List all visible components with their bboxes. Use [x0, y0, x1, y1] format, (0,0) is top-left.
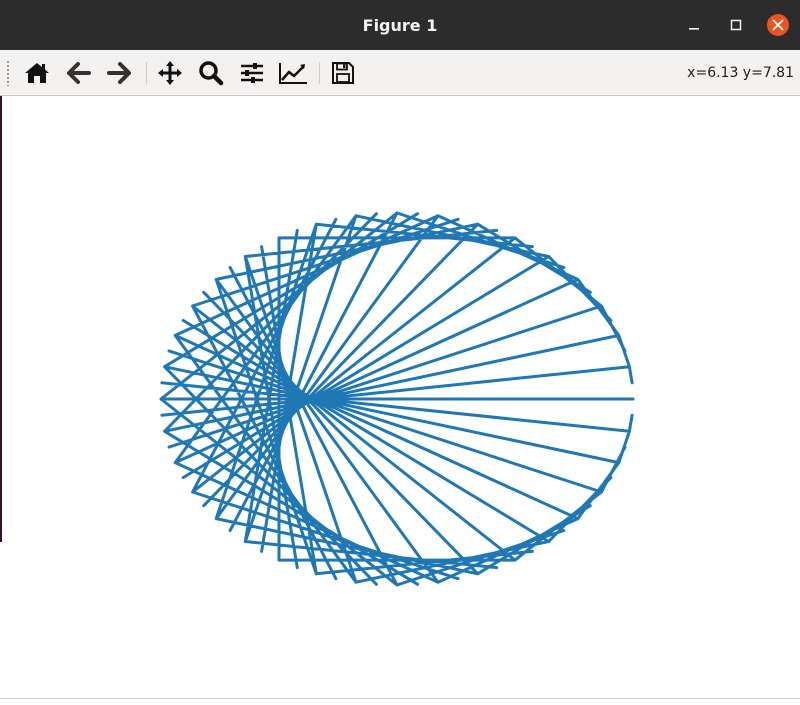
- configure-subplots-button[interactable]: [237, 58, 267, 88]
- close-button[interactable]: [766, 13, 790, 37]
- configure-subplots-icon: [241, 63, 263, 83]
- maximize-icon: [730, 19, 742, 31]
- zoom-icon: [199, 61, 224, 86]
- window-bottom-border: [0, 698, 800, 699]
- line-plot: [159, 211, 635, 587]
- toolbar-separator: [146, 62, 147, 84]
- minimize-button[interactable]: [682, 13, 706, 37]
- toolbar-separator: [319, 62, 320, 84]
- plot-line: [159, 211, 635, 587]
- pan-button[interactable]: [155, 58, 185, 88]
- figure-canvas[interactable]: [0, 96, 800, 701]
- window-title: Figure 1: [362, 16, 438, 35]
- forward-icon: [107, 62, 131, 84]
- save-button[interactable]: [328, 58, 358, 88]
- forward-button[interactable]: [104, 58, 134, 88]
- desktop-edge: [0, 96, 2, 542]
- back-icon: [67, 62, 91, 84]
- maximize-button[interactable]: [724, 13, 748, 37]
- title-bar: Figure 1: [0, 0, 800, 50]
- pan-icon: [158, 61, 182, 85]
- back-button[interactable]: [64, 58, 94, 88]
- save-icon: [332, 62, 354, 84]
- edit-axes-icon: [279, 63, 307, 84]
- minimize-icon: [689, 28, 699, 30]
- toolbar-grip[interactable]: [6, 60, 10, 86]
- home-button[interactable]: [22, 58, 52, 88]
- navigation-toolbar: x=6.13 y=7.81: [0, 50, 800, 96]
- home-icon: [25, 63, 49, 83]
- zoom-button[interactable]: [196, 58, 226, 88]
- cursor-coordinates: x=6.13 y=7.81: [687, 65, 794, 81]
- close-icon: [767, 14, 789, 36]
- edit-axes-button[interactable]: [278, 58, 308, 88]
